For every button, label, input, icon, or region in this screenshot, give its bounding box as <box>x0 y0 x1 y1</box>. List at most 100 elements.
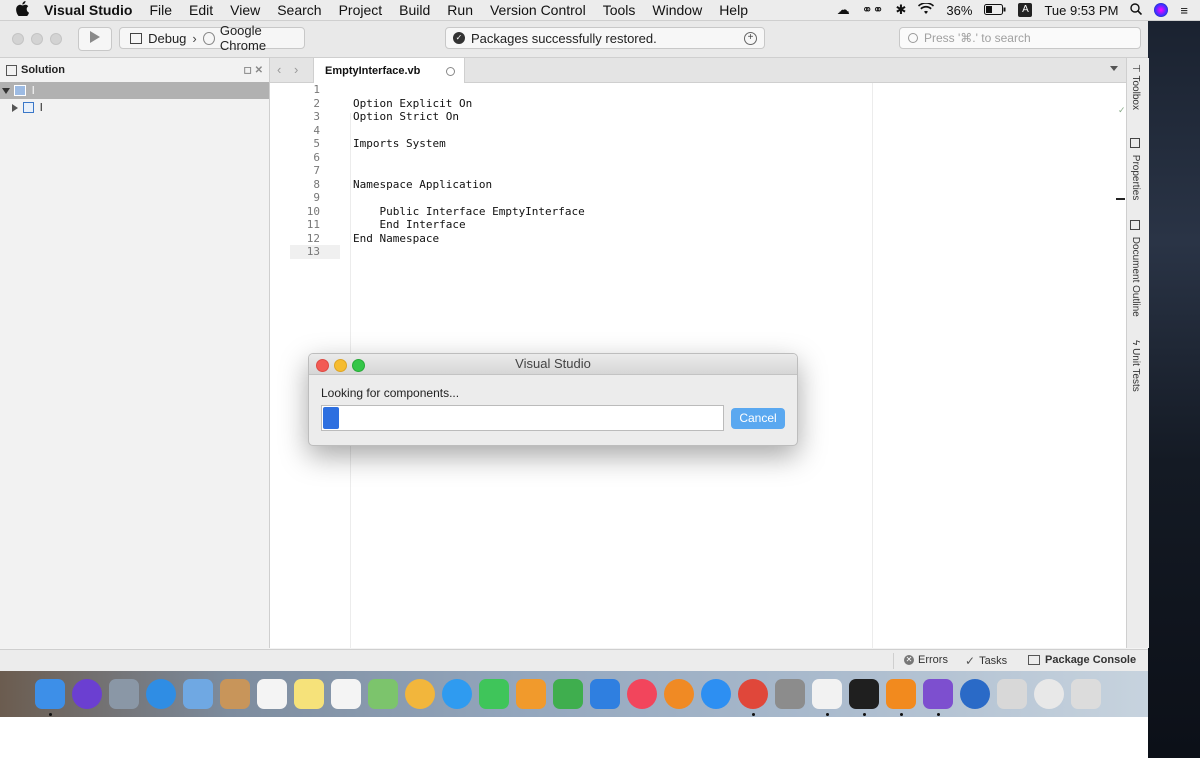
clock[interactable]: Tue 9:53 PM <box>1044 3 1118 18</box>
nav-forward-icon[interactable]: › <box>294 62 298 77</box>
keynote-icon[interactable] <box>590 679 620 709</box>
messages-icon[interactable] <box>442 679 472 709</box>
archive-utility-icon[interactable] <box>997 679 1027 709</box>
menu-app-name[interactable]: Visual Studio <box>44 2 132 18</box>
build-config-label[interactable]: Debug <box>148 31 186 46</box>
pages-icon[interactable] <box>516 679 546 709</box>
menu-search[interactable]: Search <box>277 2 321 18</box>
1password-icon[interactable] <box>960 679 990 709</box>
wifi-icon[interactable] <box>918 1 935 18</box>
books-icon[interactable] <box>664 679 694 709</box>
notes-icon[interactable] <box>294 679 324 709</box>
pad-close-icon[interactable]: ◻ ✕ <box>244 65 263 76</box>
menu-file[interactable]: File <box>149 2 172 18</box>
search-field[interactable]: Press '⌘.' to search <box>899 27 1141 49</box>
properties-pad-button[interactable]: Properties <box>1130 138 1141 200</box>
bluetooth-icon[interactable]: ✱ <box>896 2 907 18</box>
menu-version-control[interactable]: Version Control <box>490 2 586 18</box>
menu-view[interactable]: View <box>230 2 260 18</box>
unity-icon[interactable] <box>812 679 842 709</box>
collapse-arrow-icon[interactable] <box>12 103 18 112</box>
app-store-icon[interactable] <box>701 679 731 709</box>
tasks-button[interactable]: ✓ Tasks <box>965 654 1007 668</box>
launchpad-icon[interactable] <box>109 679 139 709</box>
code-line[interactable]: Public Interface EmptyInterface <box>353 205 584 219</box>
code-line[interactable]: End Namespace <box>353 232 585 246</box>
solution-tree-item[interactable]: l <box>0 99 269 116</box>
chrome-window-icon[interactable] <box>1034 679 1064 709</box>
maps-icon[interactable] <box>368 679 398 709</box>
cancel-button[interactable]: Cancel <box>731 408 785 429</box>
expand-arrow-icon[interactable] <box>2 87 10 94</box>
code-text[interactable]: Option Explicit On Option Strict On Impor… <box>353 83 585 259</box>
play-icon <box>90 31 100 43</box>
battery-percent[interactable]: 36% <box>946 3 972 18</box>
code-line[interactable] <box>353 151 585 165</box>
sublime-text-icon[interactable] <box>886 679 916 709</box>
window-minimize-button[interactable] <box>31 33 43 45</box>
code-line[interactable]: Option Explicit On <box>353 97 585 111</box>
siri-icon[interactable] <box>72 679 102 709</box>
menu-project[interactable]: Project <box>339 2 383 18</box>
tab-close-icon[interactable] <box>446 67 455 76</box>
mail-icon[interactable] <box>183 679 213 709</box>
chrome-icon[interactable] <box>738 679 768 709</box>
calendar-icon[interactable] <box>257 679 287 709</box>
run-target-label[interactable]: Google Chrome <box>220 23 304 53</box>
dialog-close-button[interactable] <box>316 359 329 372</box>
menu-run[interactable]: Run <box>447 2 473 18</box>
code-line[interactable]: Imports System <box>353 137 585 151</box>
errors-button[interactable]: ✕ Errors <box>904 654 948 666</box>
toolbox-pad-button[interactable]: ⊤ Toolbox <box>1130 64 1141 110</box>
run-button[interactable] <box>78 27 112 51</box>
tab-emptyinterface[interactable]: EmptyInterface.vb <box>313 58 465 83</box>
glasses-icon[interactable]: ⚭⚭ <box>862 2 884 18</box>
trash-icon[interactable] <box>1071 679 1101 709</box>
window-zoom-button[interactable] <box>50 33 62 45</box>
safari-icon[interactable] <box>146 679 176 709</box>
photos-icon[interactable] <box>405 679 435 709</box>
dialog-minimize-button[interactable] <box>334 359 347 372</box>
menu-help[interactable]: Help <box>719 2 748 18</box>
code-line[interactable]: Namespace Application <box>353 178 585 192</box>
window-close-button[interactable] <box>12 33 24 45</box>
code-line[interactable] <box>353 245 585 259</box>
numbers-icon[interactable] <box>553 679 583 709</box>
package-console-button[interactable]: Package Console <box>1028 654 1136 666</box>
input-source-icon[interactable]: A <box>1018 3 1033 17</box>
spotlight-icon[interactable] <box>1130 2 1143 18</box>
tab-menu-chevron-icon[interactable] <box>1110 66 1118 71</box>
battery-icon[interactable] <box>984 3 1006 18</box>
visual-studio-icon[interactable] <box>923 679 953 709</box>
music-icon[interactable] <box>627 679 657 709</box>
apple-icon[interactable] <box>0 1 44 19</box>
facetime-icon[interactable] <box>479 679 509 709</box>
status-bar: ✓ Packages successfully restored. + <box>445 27 765 49</box>
code-line[interactable] <box>353 191 585 205</box>
unit-tests-pad-button[interactable]: ϟ Unit Tests <box>1130 340 1141 392</box>
document-outline-pad-button[interactable]: Document Outline <box>1130 220 1141 317</box>
menu-build[interactable]: Build <box>399 2 430 18</box>
menu-edit[interactable]: Edit <box>189 2 213 18</box>
creative-cloud-icon[interactable]: ☁ <box>837 2 850 18</box>
menu-tools[interactable]: Tools <box>603 2 636 18</box>
system-preferences-icon[interactable] <box>775 679 805 709</box>
contacts-icon[interactable] <box>220 679 250 709</box>
code-line[interactable]: End Interface <box>353 218 585 232</box>
dialog-zoom-button[interactable] <box>352 359 365 372</box>
menu-window[interactable]: Window <box>652 2 702 18</box>
finder-icon[interactable] <box>35 679 65 709</box>
code-line[interactable] <box>353 83 585 97</box>
search-placeholder[interactable]: Press '⌘.' to search <box>924 31 1031 45</box>
code-line[interactable] <box>353 164 585 178</box>
reminders-icon[interactable] <box>331 679 361 709</box>
solution-tree-item[interactable]: l <box>0 82 269 99</box>
siri-menu-icon[interactable] <box>1154 3 1169 17</box>
notification-center-icon[interactable]: ≡ <box>1180 3 1188 18</box>
nav-back-icon[interactable]: ‹ <box>277 62 281 77</box>
terminal-icon[interactable] <box>849 679 879 709</box>
code-line[interactable]: Option Strict On <box>353 110 585 124</box>
code-line[interactable] <box>353 124 585 138</box>
run-configuration-selector[interactable]: Debug › Google Chrome <box>119 23 305 53</box>
add-icon[interactable]: + <box>744 32 757 45</box>
